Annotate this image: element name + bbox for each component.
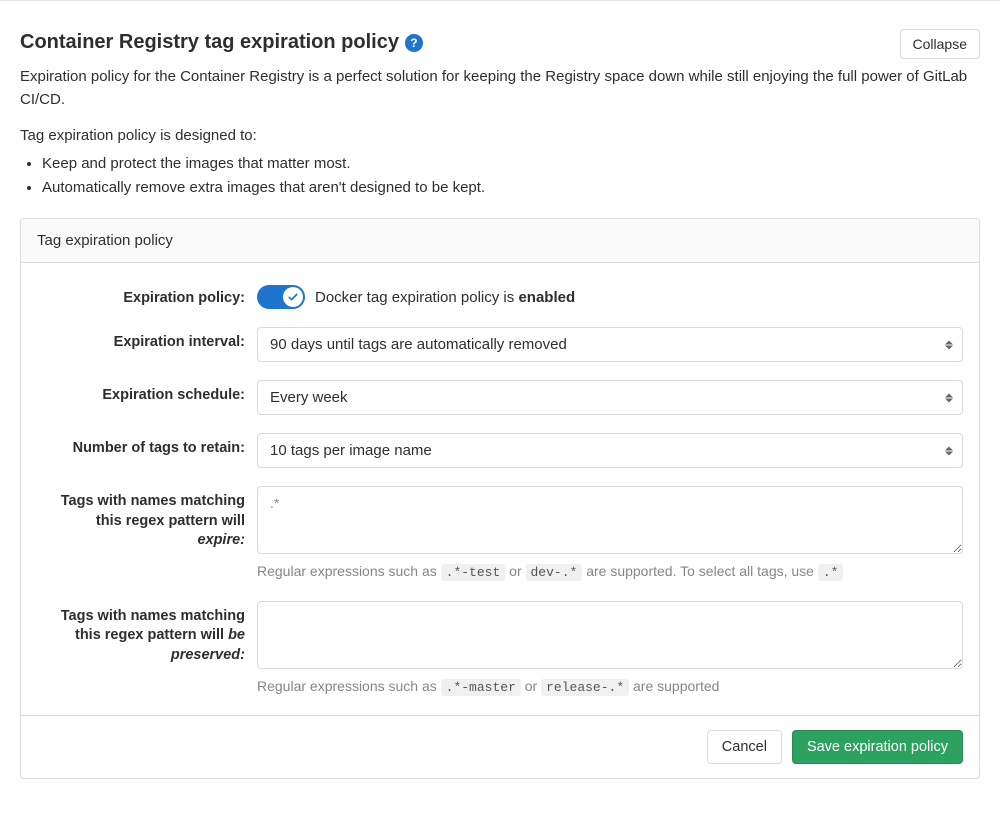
expire-regex-help: Regular expressions such as .*-test or d… (257, 561, 963, 583)
intro-bullet: Keep and protect the images that matter … (42, 152, 980, 176)
preserve-regex-help: Regular expressions such as .*-master or… (257, 676, 963, 698)
policy-panel: Tag expiration policy Expiration policy:… (20, 218, 980, 779)
expire-regex-label: Tags with names matching this regex patt… (37, 486, 257, 551)
check-icon (283, 287, 303, 307)
code-sample: .* (818, 564, 844, 581)
code-sample: .*-test (441, 564, 506, 581)
intro-bullet: Automatically remove extra images that a… (42, 176, 980, 200)
panel-title: Tag expiration policy (21, 219, 979, 263)
expiration-policy-label: Expiration policy: (37, 283, 257, 309)
expiration-interval-label: Expiration interval: (37, 327, 257, 353)
save-button[interactable]: Save expiration policy (792, 730, 963, 764)
intro-bullet-list: Keep and protect the images that matter … (42, 152, 980, 200)
code-sample: dev-.* (526, 564, 583, 581)
tags-retain-select[interactable]: 10 tags per image name (257, 433, 963, 468)
expiration-schedule-label: Expiration schedule: (37, 380, 257, 406)
help-icon[interactable]: ? (405, 34, 423, 52)
expiration-schedule-select[interactable]: Every week (257, 380, 963, 415)
tags-retain-label: Number of tags to retain: (37, 433, 257, 459)
intro-paragraph: Expiration policy for the Container Regi… (20, 66, 980, 111)
preserve-regex-label: Tags with names matching this regex patt… (37, 601, 257, 666)
expire-regex-input[interactable] (257, 486, 963, 554)
section-title: Container Registry tag expiration policy… (20, 31, 423, 54)
cancel-button[interactable]: Cancel (707, 730, 782, 764)
intro-list-heading: Tag expiration policy is designed to: (20, 127, 980, 144)
code-sample: release-.* (541, 679, 629, 696)
expiration-policy-toggle[interactable] (257, 285, 305, 309)
expiration-policy-toggle-label: Docker tag expiration policy is enabled (315, 289, 575, 306)
collapse-button[interactable]: Collapse (900, 29, 980, 59)
section-title-text: Container Registry tag expiration policy (20, 31, 399, 54)
expiration-interval-select[interactable]: 90 days until tags are automatically rem… (257, 327, 963, 362)
preserve-regex-input[interactable] (257, 601, 963, 669)
code-sample: .*-master (441, 679, 521, 696)
